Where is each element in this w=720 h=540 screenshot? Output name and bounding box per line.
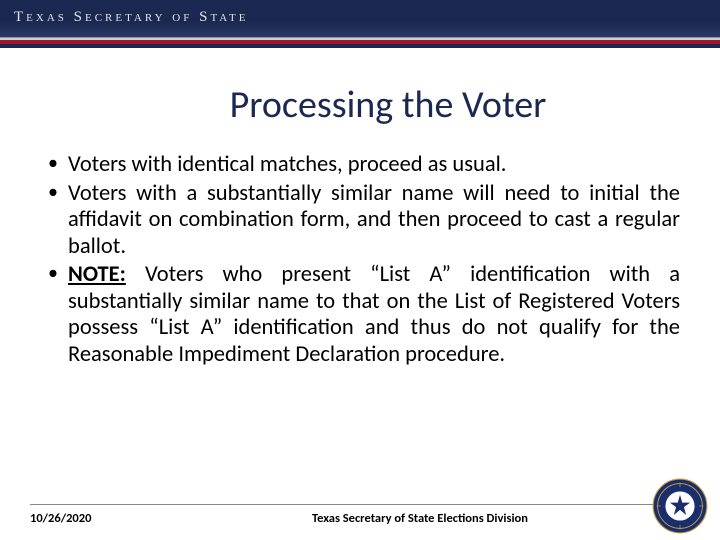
- bullet-item: Voters with a substantially similar name…: [44, 181, 680, 261]
- bullet-text: Voters with identical matches, proceed a…: [68, 151, 506, 178]
- footer-center: Texas Secretary of State Elections Divis…: [188, 511, 652, 526]
- bullet-list: Voters with identical matches, proceed a…: [44, 152, 680, 368]
- header-org: Texas Secretary of State: [14, 9, 248, 25]
- footer-date: 10/26/2020: [18, 511, 188, 526]
- bullet-text: Voters with a substantially similar name…: [68, 180, 680, 260]
- slide-title: Processing the Voter: [56, 82, 720, 128]
- note-label: NOTE:: [68, 261, 126, 288]
- bullet-text: Voters who present “List A” identificati…: [68, 261, 680, 368]
- bullet-item: NOTE: Voters who present “List A” identi…: [44, 262, 680, 368]
- bullet-item: Voters with identical matches, proceed a…: [44, 152, 680, 179]
- header-stripe: [0, 38, 720, 48]
- footer-rule: [30, 504, 670, 505]
- footer: 10/26/2020 Texas Secretary of State Elec…: [0, 504, 720, 526]
- state-seal-icon: [652, 478, 708, 534]
- slide-body: Voters with identical matches, proceed a…: [0, 152, 720, 368]
- header-bar: Texas Secretary of State: [0, 0, 720, 38]
